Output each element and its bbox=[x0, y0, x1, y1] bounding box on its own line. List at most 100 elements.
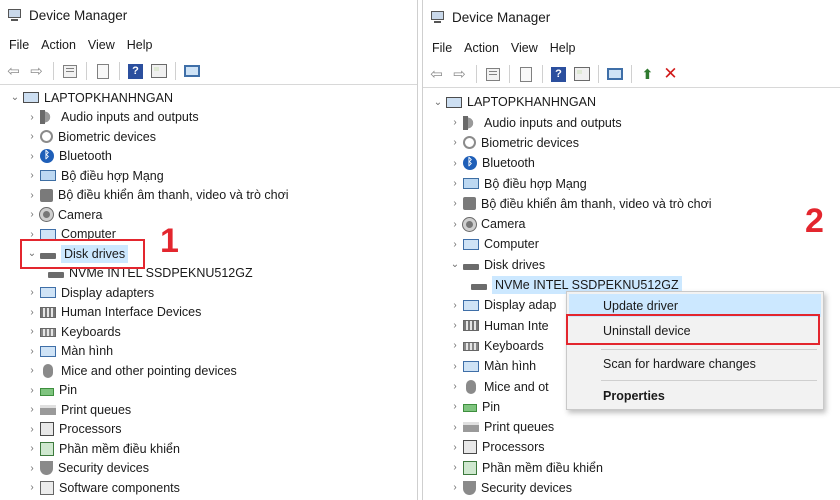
chevron-right-icon[interactable]: › bbox=[449, 320, 461, 331]
category-bo-dieu-hop-mang[interactable]: › Bộ điều hợp Mạng bbox=[423, 173, 840, 193]
category-phan-mem-dieu-khien[interactable]: › Phần mềm điều khiển bbox=[423, 458, 840, 478]
tree-root[interactable]: ⌄ LAPTOPKHANHNGAN bbox=[0, 88, 417, 108]
menu-view[interactable]: View bbox=[506, 41, 543, 55]
chevron-right-icon[interactable]: › bbox=[449, 158, 461, 169]
toolbar-separator bbox=[542, 65, 543, 83]
category-audio-inputs-and-outputs[interactable]: › Audio inputs and outputs bbox=[0, 108, 417, 128]
chevron-down-icon[interactable]: ⌄ bbox=[449, 259, 461, 270]
category-bluetooth[interactable]: › ᛒ Bluetooth bbox=[423, 153, 840, 173]
help-icon[interactable]: ? bbox=[549, 65, 568, 84]
chevron-right-icon[interactable]: › bbox=[26, 482, 38, 493]
chevron-right-icon[interactable]: › bbox=[26, 365, 38, 376]
category-biometric-devices[interactable]: › Biometric devices bbox=[423, 133, 840, 153]
menu-file[interactable]: File bbox=[4, 38, 34, 52]
chevron-down-icon[interactable]: ⌄ bbox=[432, 97, 444, 108]
chevron-down-icon[interactable]: ⌄ bbox=[9, 92, 21, 103]
chevron-right-icon[interactable]: › bbox=[26, 404, 38, 415]
category-keyboards[interactable]: › Keyboards bbox=[0, 322, 417, 342]
category-man-hinh[interactable]: › Màn hình bbox=[0, 342, 417, 362]
category-camera[interactable]: › Camera bbox=[0, 205, 417, 225]
chevron-right-icon[interactable]: › bbox=[449, 361, 461, 372]
battery-icon bbox=[40, 387, 54, 396]
chevron-right-icon[interactable]: › bbox=[26, 326, 38, 337]
show-hide-tree-icon[interactable] bbox=[60, 62, 79, 81]
back-arrow-icon[interactable]: ⇦ bbox=[4, 62, 23, 81]
chevron-right-icon[interactable]: › bbox=[449, 482, 461, 493]
chevron-right-icon[interactable]: › bbox=[449, 117, 461, 128]
action-pane-icon[interactable] bbox=[572, 65, 591, 84]
menu-item-properties[interactable]: Properties bbox=[569, 384, 821, 407]
toolbar-separator bbox=[631, 65, 632, 83]
category-display-adapters[interactable]: › Display adapters bbox=[0, 283, 417, 303]
chevron-right-icon[interactable]: › bbox=[26, 424, 38, 435]
category-human-interface-devices[interactable]: › Human Interface Devices bbox=[0, 303, 417, 323]
category-processors[interactable]: › Processors bbox=[423, 437, 840, 457]
category-pin[interactable]: › Pin bbox=[0, 381, 417, 401]
chevron-right-icon[interactable]: › bbox=[449, 381, 461, 392]
scan-hardware-icon[interactable] bbox=[182, 62, 201, 81]
chevron-right-icon[interactable]: › bbox=[26, 385, 38, 396]
help-icon[interactable]: ? bbox=[126, 62, 145, 81]
category-processors[interactable]: › Processors bbox=[0, 420, 417, 440]
update-driver-icon[interactable]: ⬆ bbox=[638, 65, 657, 84]
back-arrow-icon[interactable]: ⇦ bbox=[427, 65, 446, 84]
category-software-components[interactable]: › Software components bbox=[0, 478, 417, 498]
category-print-queues[interactable]: › Print queues bbox=[423, 417, 840, 437]
scan-hardware-icon[interactable] bbox=[605, 65, 624, 84]
chevron-right-icon[interactable]: › bbox=[26, 346, 38, 357]
chevron-right-icon[interactable]: › bbox=[449, 340, 461, 351]
forward-arrow-icon[interactable]: ⇨ bbox=[27, 62, 46, 81]
menu-action[interactable]: Action bbox=[459, 41, 504, 55]
category-print-queues[interactable]: › Print queues bbox=[0, 400, 417, 420]
uninstall-device-icon[interactable]: ✕ bbox=[661, 64, 680, 84]
chevron-right-icon[interactable]: › bbox=[449, 219, 461, 230]
chevron-right-icon[interactable]: › bbox=[26, 307, 38, 318]
chevron-right-icon[interactable]: › bbox=[26, 170, 38, 181]
action-pane-icon[interactable] bbox=[149, 62, 168, 81]
chevron-right-icon[interactable]: › bbox=[26, 443, 38, 454]
category-audio-inputs-and-outputs[interactable]: › Audio inputs and outputs bbox=[423, 113, 840, 133]
chevron-right-icon[interactable]: › bbox=[26, 190, 38, 201]
menu-file[interactable]: File bbox=[427, 41, 457, 55]
chevron-right-icon[interactable]: › bbox=[449, 178, 461, 189]
chevron-right-icon[interactable]: › bbox=[449, 137, 461, 148]
chevron-right-icon[interactable]: › bbox=[26, 151, 38, 162]
properties-icon[interactable] bbox=[93, 62, 112, 81]
show-hide-tree-icon[interactable] bbox=[483, 65, 502, 84]
menu-help[interactable]: Help bbox=[122, 38, 158, 52]
chevron-right-icon[interactable]: › bbox=[449, 300, 461, 311]
chevron-right-icon[interactable]: › bbox=[26, 287, 38, 298]
menu-view[interactable]: View bbox=[83, 38, 120, 52]
category-camera[interactable]: › Camera bbox=[423, 214, 840, 234]
processor-icon bbox=[463, 440, 477, 455]
category-bluetooth[interactable]: › ᛒ Bluetooth bbox=[0, 147, 417, 167]
category-bo-dieu-hop-mang[interactable]: › Bộ điều hợp Mạng bbox=[0, 166, 417, 186]
category-mice-and-other-pointing-devices[interactable]: › Mice and other pointing devices bbox=[0, 361, 417, 381]
chevron-right-icon[interactable]: › bbox=[26, 131, 38, 142]
menu-item-scan-hardware[interactable]: Scan for hardware changes bbox=[569, 352, 821, 375]
properties-icon[interactable] bbox=[516, 65, 535, 84]
category-bo-dieu-khien-am-thanh-video-va-tro-choi[interactable]: › Bộ điều khiển âm thanh, video và trò ch… bbox=[0, 186, 417, 206]
chevron-right-icon[interactable]: › bbox=[449, 239, 461, 250]
category-biometric-devices[interactable]: › Biometric devices bbox=[0, 127, 417, 147]
category-security-devices[interactable]: › Security devices bbox=[0, 459, 417, 479]
highlight-box-uninstall bbox=[566, 314, 820, 345]
tree-root[interactable]: ⌄ LAPTOPKHANHNGAN bbox=[423, 92, 840, 113]
category-phan-mem-dieu-khien[interactable]: › Phần mềm điều khiển bbox=[0, 439, 417, 459]
chevron-right-icon[interactable]: › bbox=[26, 209, 38, 220]
chevron-right-icon[interactable]: › bbox=[26, 112, 38, 123]
chevron-right-icon[interactable]: › bbox=[26, 463, 38, 474]
battery-icon bbox=[463, 404, 477, 413]
category-computer[interactable]: › Computer bbox=[423, 234, 840, 254]
chevron-right-icon[interactable]: › bbox=[449, 442, 461, 453]
category-bo-dieu-khien-am-thanh-video-va-tro-choi[interactable]: › Bộ điều khiển âm thanh, video và trò ch… bbox=[423, 194, 840, 214]
chevron-right-icon[interactable]: › bbox=[449, 401, 461, 412]
menu-help[interactable]: Help bbox=[545, 41, 581, 55]
chevron-right-icon[interactable]: › bbox=[449, 462, 461, 473]
forward-arrow-icon[interactable]: ⇨ bbox=[450, 65, 469, 84]
category-security-devices[interactable]: › Security devices bbox=[423, 478, 840, 498]
menu-action[interactable]: Action bbox=[36, 38, 81, 52]
category-disk-drives[interactable]: ⌄ Disk drives bbox=[423, 255, 840, 275]
chevron-right-icon[interactable]: › bbox=[449, 422, 461, 433]
chevron-right-icon[interactable]: › bbox=[449, 198, 461, 209]
